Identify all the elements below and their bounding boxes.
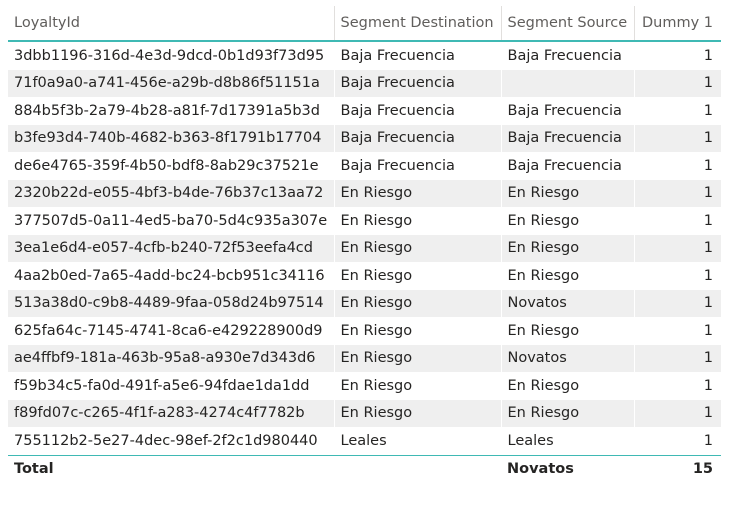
cell-segment-destination: En Riesgo <box>334 234 502 262</box>
table-row[interactable]: ae4ffbf9-181a-463b-95a8-a930e7d343d6 En R… <box>8 344 721 372</box>
cell-segment-destination: Baja Frecuencia <box>334 97 502 125</box>
table-row[interactable]: 2320b22d-e055-4bf3-b4de-76b37c13aa72 En R… <box>8 179 721 207</box>
cell-loyaltyid: f59b34c5-fa0d-491f-a5e6-94fdae1da1dd <box>8 372 335 400</box>
cell-segment-source: Leales <box>501 427 635 456</box>
column-header-segment-destination[interactable]: Segment Destination <box>334 6 502 42</box>
column-header-loyaltyid[interactable]: LoyaltyId <box>8 6 335 42</box>
table-row[interactable]: 884b5f3b-2a79-4b28-a81f-7d17391a5b3d Baja… <box>8 97 721 125</box>
cell-segment-destination: En Riesgo <box>334 317 502 345</box>
table-row[interactable]: 4aa2b0ed-7a65-4add-bc24-bcb951c34116 En R… <box>8 262 721 290</box>
total-dummy: 15 <box>634 454 721 483</box>
cell-segment-destination: Baja Frecuencia <box>334 152 502 180</box>
cell-loyaltyid: 3ea1e6d4-e057-4cfb-b240-72f53eefa4cd <box>8 234 335 262</box>
cell-loyaltyid: 3dbb1196-316d-4e3d-9dcd-0b1d93f73d95 <box>8 41 335 70</box>
cell-loyaltyid: 755112b2-5e27-4dec-98ef-2f2c1d980440 <box>8 427 335 456</box>
table-row[interactable]: 513a38d0-c9b8-4489-9faa-058d24b97514 En R… <box>8 289 721 317</box>
cell-segment-source: Novatos <box>501 344 635 372</box>
total-label: Total <box>8 454 334 483</box>
table-row[interactable]: f59b34c5-fa0d-491f-a5e6-94fdae1da1dd En R… <box>8 372 721 400</box>
table-row[interactable]: b3fe93d4-740b-4682-b363-8f1791b17704 Baja… <box>8 124 721 152</box>
cell-loyaltyid: 71f0a9a0-a741-456e-a29b-d8b86f51151a <box>8 69 335 97</box>
cell-segment-source: Baja Frecuencia <box>501 41 635 70</box>
table-row[interactable]: 3dbb1196-316d-4e3d-9dcd-0b1d93f73d95 Baja… <box>8 41 721 70</box>
total-destination <box>334 454 501 483</box>
cell-dummy-1: 1 <box>703 102 713 119</box>
table-row[interactable]: de6e4765-359f-4b50-bdf8-8ab29c37521e Baja… <box>8 152 721 180</box>
cell-segment-destination: En Riesgo <box>334 289 502 317</box>
cell-dummy-1: 1 <box>634 289 721 317</box>
data-table: LoyaltyId Segment Destination Segment So… <box>8 6 721 483</box>
table-visual: LoyaltyId Segment Destination Segment So… <box>8 6 721 483</box>
cell-dummy-1: 1 <box>703 267 713 284</box>
column-header-segment-source[interactable]: Segment Source <box>501 6 635 42</box>
cell-dummy-1: 1 <box>703 212 713 229</box>
cell-segment-destination: En Riesgo <box>334 399 502 427</box>
cell-dummy-1: 1 <box>634 344 721 372</box>
table-row[interactable]: 3ea1e6d4-e057-4cfb-b240-72f53eefa4cd En R… <box>8 234 721 262</box>
cell-loyaltyid: b3fe93d4-740b-4682-b363-8f1791b17704 <box>8 124 335 152</box>
cell-segment-destination: Baja Frecuencia <box>334 41 502 70</box>
cell-segment-source: En Riesgo <box>501 372 635 400</box>
cell-segment-source <box>501 69 635 97</box>
cell-dummy-1: 1 <box>703 377 713 394</box>
cell-segment-destination: Baja Frecuencia <box>334 124 502 152</box>
cell-segment-destination: En Riesgo <box>334 179 502 207</box>
table-header: LoyaltyId Segment Destination Segment So… <box>8 6 721 42</box>
table-footer: Total Novatos 15 <box>8 454 721 483</box>
cell-segment-destination: En Riesgo <box>334 207 502 235</box>
cell-loyaltyid: 625fa64c-7145-4741-8ca6-e429228900d9 <box>8 317 335 345</box>
cell-dummy-1: 1 <box>703 47 713 64</box>
table-body: 3dbb1196-316d-4e3d-9dcd-0b1d93f73d95 Baja… <box>8 41 721 456</box>
total-row: Total Novatos 15 <box>8 454 721 483</box>
table-row[interactable]: f89fd07c-c265-4f1f-a283-4274c4f7782b En R… <box>8 399 721 427</box>
cell-dummy-1: 1 <box>634 399 721 427</box>
cell-segment-source: En Riesgo <box>501 317 635 345</box>
table-row[interactable]: 755112b2-5e27-4dec-98ef-2f2c1d980440 Leal… <box>8 427 721 456</box>
cell-loyaltyid: 2320b22d-e055-4bf3-b4de-76b37c13aa72 <box>8 179 335 207</box>
cell-dummy-1: 1 <box>634 69 721 97</box>
cell-segment-source: Baja Frecuencia <box>501 97 635 125</box>
cell-segment-source: En Riesgo <box>501 179 635 207</box>
cell-segment-destination: Leales <box>334 427 502 456</box>
cell-dummy-1: 1 <box>703 157 713 174</box>
cell-segment-destination: Baja Frecuencia <box>334 69 502 97</box>
table-row[interactable]: 71f0a9a0-a741-456e-a29b-d8b86f51151a Baja… <box>8 69 721 97</box>
cell-segment-source: Novatos <box>501 289 635 317</box>
table-row[interactable]: 625fa64c-7145-4741-8ca6-e429228900d9 En R… <box>8 317 721 345</box>
cell-segment-source: En Riesgo <box>501 262 635 290</box>
cell-loyaltyid: 884b5f3b-2a79-4b28-a81f-7d17391a5b3d <box>8 97 335 125</box>
cell-segment-destination: En Riesgo <box>334 262 502 290</box>
cell-segment-destination: En Riesgo <box>334 344 502 372</box>
cell-segment-destination: En Riesgo <box>334 372 502 400</box>
total-source: Novatos <box>501 454 634 483</box>
cell-dummy-1: 1 <box>634 179 721 207</box>
cell-dummy-1: 1 <box>634 124 721 152</box>
table-row[interactable]: 377507d5-0a11-4ed5-ba70-5d4c935a307e En R… <box>8 207 721 235</box>
cell-segment-source: En Riesgo <box>501 399 635 427</box>
column-header-dummy-1[interactable]: Dummy 1 <box>634 6 721 42</box>
cell-segment-source: Baja Frecuencia <box>501 152 635 180</box>
cell-loyaltyid: 377507d5-0a11-4ed5-ba70-5d4c935a307e <box>8 207 335 235</box>
cell-loyaltyid: f89fd07c-c265-4f1f-a283-4274c4f7782b <box>8 399 335 427</box>
cell-loyaltyid: 513a38d0-c9b8-4489-9faa-058d24b97514 <box>8 289 335 317</box>
cell-dummy-1: 1 <box>634 234 721 262</box>
cell-loyaltyid: de6e4765-359f-4b50-bdf8-8ab29c37521e <box>8 152 335 180</box>
cell-loyaltyid: ae4ffbf9-181a-463b-95a8-a930e7d343d6 <box>8 344 335 372</box>
cell-dummy-1: 1 <box>703 322 713 339</box>
cell-segment-source: En Riesgo <box>501 207 635 235</box>
cell-segment-source: En Riesgo <box>501 234 635 262</box>
cell-dummy-1: 1 <box>634 427 721 456</box>
cell-segment-source: Baja Frecuencia <box>501 124 635 152</box>
header-row: LoyaltyId Segment Destination Segment So… <box>8 6 721 42</box>
cell-loyaltyid: 4aa2b0ed-7a65-4add-bc24-bcb951c34116 <box>8 262 335 290</box>
